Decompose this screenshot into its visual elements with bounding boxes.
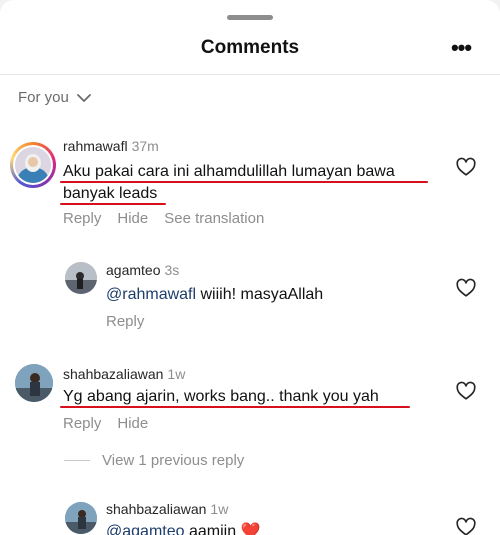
filter-label: For you (18, 89, 69, 106)
red-underline (60, 203, 166, 205)
comments-sheet: Comments ••• For you rahmawafl 37m Aku pa… (0, 0, 500, 535)
avatar[interactable] (65, 502, 97, 534)
avatar[interactable] (65, 262, 97, 294)
chevron-down-icon (76, 93, 91, 102)
heart-icon[interactable] (455, 380, 477, 402)
avatar[interactable] (15, 364, 53, 402)
heart-icon[interactable] (455, 516, 477, 535)
comment-time: 1w (167, 366, 186, 382)
comment-actions: Reply (106, 313, 144, 330)
heart-icon[interactable] (455, 277, 477, 299)
hide-button[interactable]: Hide (117, 415, 148, 432)
comment-text: Aku pakai cara ini alhamdulillah lumayan… (63, 163, 395, 202)
header-divider (0, 74, 500, 75)
reply-button[interactable]: Reply (63, 210, 101, 227)
comment-actions: Reply Hide (63, 415, 148, 432)
comment-text: @agamteo aamiin ❤️ (106, 521, 260, 535)
comment-text: @rahmawafl wiiih! masyaAllah (106, 286, 324, 303)
comment-username[interactable]: shahbazaliawan 1w (106, 501, 228, 517)
red-underline (60, 181, 428, 183)
hide-button[interactable]: Hide (117, 210, 148, 227)
heart-icon[interactable] (455, 156, 477, 178)
red-underline (60, 406, 410, 408)
heart-emoji: ❤️ (240, 523, 261, 535)
story-ring[interactable] (10, 142, 56, 188)
comment-time: 3s (164, 262, 180, 278)
avatar (15, 147, 51, 183)
page-title: Comments (200, 37, 300, 58)
reply-button[interactable]: Reply (106, 313, 144, 330)
comment-username[interactable]: shahbazaliawan 1w (63, 366, 185, 382)
comment-username[interactable]: rahmawafl 37m (63, 138, 159, 154)
view-previous-replies[interactable]: View 1 previous reply (64, 452, 244, 469)
sort-filter-dropdown[interactable]: For you (18, 89, 91, 106)
divider (64, 460, 90, 461)
more-horizontal-icon[interactable]: ••• (448, 36, 474, 60)
comment-time: 37m (131, 138, 159, 154)
reply-button[interactable]: Reply (63, 415, 101, 432)
comment-username[interactable]: agamteo 3s (106, 262, 179, 278)
mention-link[interactable]: @rahmawafl (106, 286, 196, 303)
comment-time: 1w (210, 501, 229, 517)
comment-text: Yg abang ajarin, works bang.. thank you … (63, 388, 379, 405)
drag-handle[interactable] (227, 15, 273, 20)
comment-actions: Reply Hide See translation (63, 210, 264, 227)
see-translation-button[interactable]: See translation (164, 210, 264, 227)
mention-link[interactable]: @agamteo (106, 523, 185, 535)
